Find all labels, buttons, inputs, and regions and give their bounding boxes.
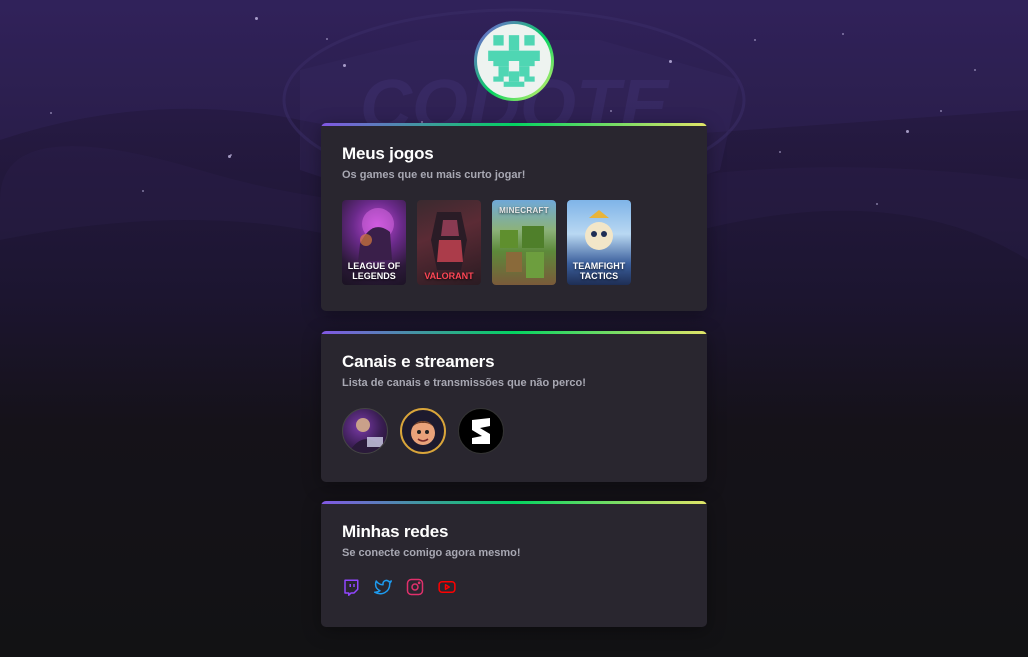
- streamers-card-subtitle: Lista de canais e transmissões que não p…: [342, 377, 586, 389]
- streamers-card-title: Canais e streamers: [342, 352, 495, 371]
- game-valorant[interactable]: VALORANT: [417, 200, 481, 285]
- streamer-avatar[interactable]: [342, 408, 388, 454]
- instagram-link[interactable]: [406, 578, 424, 596]
- games-card-title: Meus jogos: [342, 144, 434, 163]
- games-card-subtitle: Os games que eu mais curto jogar!: [342, 169, 526, 181]
- game-teamfight-tactics[interactable]: TEAMFIGHT TACTICS: [567, 200, 631, 285]
- social-card-title: Minhas redes: [342, 522, 449, 541]
- streamers-card: Canais e streamers Lista de canais e tra…: [321, 331, 707, 482]
- streamer-avatar[interactable]: [400, 408, 446, 454]
- game-minecraft[interactable]: MINECRAFT: [492, 200, 556, 285]
- games-list: LEAGUE OF LEGENDS VALORANT MINECRAFT TEA…: [342, 200, 631, 285]
- social-card: Minhas redes Se conecte comigo agora mes…: [321, 501, 707, 627]
- social-card-subtitle: Se conecte comigo agora mesmo!: [342, 547, 521, 559]
- youtube-icon: [438, 581, 456, 593]
- game-label: VALORANT: [424, 271, 474, 281]
- game-label: LEAGUE OF LEGENDS: [347, 261, 401, 281]
- streamer-photo-icon: [349, 418, 383, 453]
- game-label: MINECRAFT: [499, 206, 549, 215]
- streamer-logo-icon: [472, 418, 490, 444]
- pixel-avatar-icon: [488, 35, 540, 87]
- twitch-link[interactable]: [342, 578, 360, 596]
- twitch-icon: [344, 579, 359, 596]
- game-label: TEAMFIGHT TACTICS: [572, 261, 626, 281]
- streamers-list: [342, 408, 504, 454]
- twitter-link[interactable]: [374, 578, 392, 596]
- instagram-icon: [406, 578, 424, 596]
- profile-avatar[interactable]: [474, 21, 554, 101]
- games-card: Meus jogos Os games que eu mais curto jo…: [321, 123, 707, 311]
- streamer-cartoon-icon: [411, 421, 435, 445]
- twitter-icon: [374, 579, 392, 595]
- social-links: [342, 578, 456, 596]
- youtube-link[interactable]: [438, 578, 456, 596]
- streamer-avatar[interactable]: [458, 408, 504, 454]
- game-league-of-legends[interactable]: LEAGUE OF LEGENDS: [342, 200, 406, 285]
